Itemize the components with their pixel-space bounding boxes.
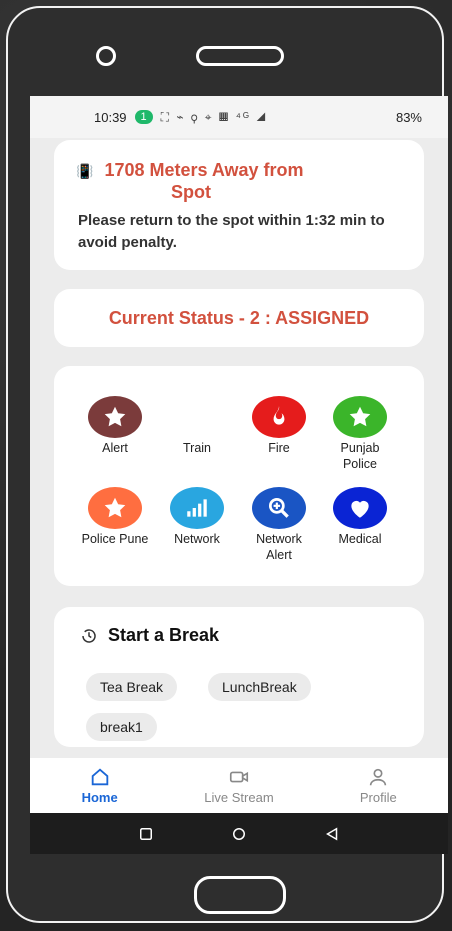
earpiece-speaker bbox=[196, 46, 284, 66]
star-icon bbox=[88, 396, 142, 438]
tea-break-chip[interactable]: Tea Break bbox=[86, 673, 178, 701]
home-icon bbox=[91, 768, 108, 786]
zoom-in-icon bbox=[252, 487, 306, 529]
service-punjab-police[interactable]: Punjab Police bbox=[325, 396, 395, 472]
break-title: Start a Break bbox=[108, 625, 220, 645]
phone-frame: 10:39 1 ⛶ ⌁ ⚲ ⌖ ▦ ⁴ᴳ ◢ 83% 📳 1708 Meters… bbox=[6, 6, 448, 923]
service-police-pune[interactable]: Police Pune bbox=[80, 487, 150, 547]
service-label: Network Alert bbox=[256, 532, 302, 562]
service-label: Police Pune bbox=[81, 532, 149, 546]
service-network[interactable]: Network bbox=[162, 487, 232, 547]
service-label: Fire bbox=[268, 441, 290, 455]
break-card: Start a Break Tea Break LunchBreak break… bbox=[54, 607, 424, 747]
current-status-card: Current Status - 2 : ASSIGNED bbox=[54, 289, 424, 347]
service-medical[interactable]: Medical bbox=[325, 487, 395, 547]
recents-square-icon[interactable] bbox=[137, 825, 155, 843]
service-label: Alert bbox=[102, 441, 128, 455]
history-clock-icon bbox=[82, 628, 96, 643]
service-label: Punjab Police bbox=[340, 441, 380, 471]
flame-icon bbox=[252, 396, 306, 438]
nav-live-stream-label: Live Stream bbox=[204, 790, 274, 805]
distance-alert-message: Please return to the spot within 1:32 mi… bbox=[78, 212, 385, 251]
user-icon bbox=[370, 768, 387, 786]
status-icons: ⛶ ⌁ ⚲ ⌖ ▦ ⁴ᴳ ◢ bbox=[160, 109, 268, 124]
status-pill: 1 bbox=[134, 110, 153, 124]
nav-live-stream[interactable]: Live Stream bbox=[179, 766, 299, 805]
lunch-break-chip[interactable]: LunchBreak bbox=[208, 673, 311, 701]
signal-bars-icon bbox=[170, 487, 224, 529]
service-network-alert[interactable]: Network Alert bbox=[244, 487, 314, 563]
video-camera-icon bbox=[229, 771, 249, 783]
service-train[interactable]: Train bbox=[162, 396, 232, 456]
service-label: Network bbox=[174, 532, 220, 546]
back-triangle-icon[interactable] bbox=[323, 825, 341, 843]
nav-profile-label: Profile bbox=[359, 790, 397, 805]
star-icon bbox=[333, 396, 387, 438]
front-camera bbox=[96, 46, 116, 66]
home-circle-icon[interactable] bbox=[230, 825, 248, 843]
battery-level: 83% bbox=[395, 109, 422, 125]
service-label: Medical bbox=[338, 532, 382, 546]
break1-chip[interactable]: break1 bbox=[86, 713, 157, 741]
bottom-navigation: Home Live Stream Profile bbox=[30, 758, 448, 813]
vibration-icon: 📳 bbox=[76, 163, 94, 179]
nav-profile[interactable]: Profile bbox=[318, 766, 438, 805]
star-icon bbox=[88, 487, 142, 529]
current-status-text: Current Status - 2 : ASSIGNED bbox=[108, 308, 370, 328]
status-time: 10:39 bbox=[94, 109, 127, 125]
app-screen: 10:39 1 ⛶ ⌁ ⚲ ⌖ ▦ ⁴ᴳ ◢ 83% 📳 1708 Meters… bbox=[30, 96, 448, 854]
nav-home[interactable]: Home bbox=[40, 766, 160, 805]
service-alert[interactable]: Alert bbox=[80, 396, 150, 456]
hardware-home-button bbox=[194, 876, 286, 914]
service-fire[interactable]: Fire bbox=[244, 396, 314, 456]
service-label: Train bbox=[182, 441, 211, 455]
distance-alert-title: 1708 Meters Away from bbox=[104, 160, 304, 180]
heart-icon bbox=[333, 487, 387, 529]
distance-alert-card: 📳 1708 Meters Away from Spot Please retu… bbox=[54, 140, 424, 270]
system-navigation-bar bbox=[30, 813, 448, 854]
nav-home-label: Home bbox=[81, 790, 118, 805]
services-grid-card: Alert Train Fire Punjab Police Police Pu… bbox=[54, 366, 424, 586]
distance-alert-title-line2: Spot bbox=[171, 182, 211, 202]
status-bar: 10:39 1 ⛶ ⌁ ⚲ ⌖ ▦ ⁴ᴳ ◢ 83% bbox=[30, 96, 448, 138]
